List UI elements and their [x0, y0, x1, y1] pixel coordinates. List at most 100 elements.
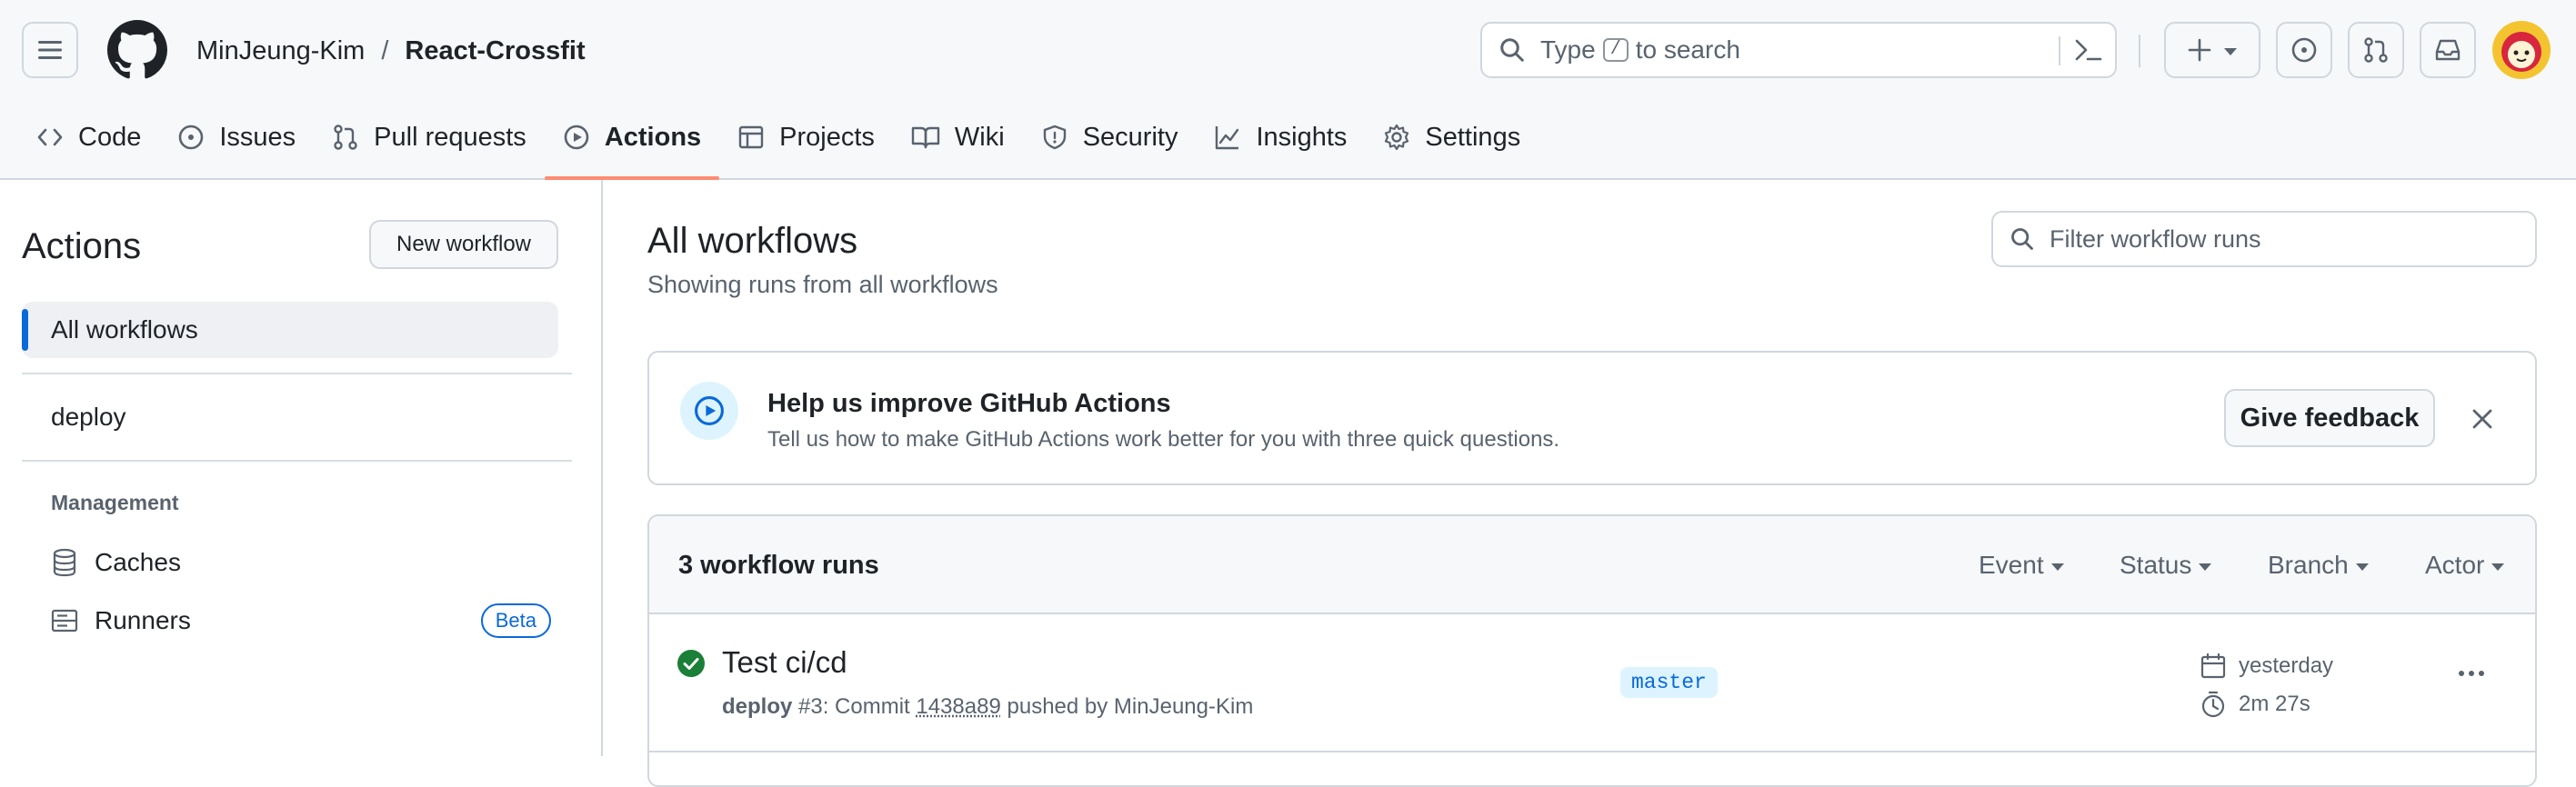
- tab-settings[interactable]: Settings: [1365, 107, 1539, 167]
- repo-owner-link[interactable]: MinJeung-Kim: [196, 29, 365, 73]
- close-icon[interactable]: [2471, 407, 2494, 431]
- page-subtitle: Showing runs from all workflows: [647, 271, 998, 298]
- tab-security[interactable]: Security: [1023, 107, 1197, 167]
- tab-insights[interactable]: Insights: [1196, 107, 1365, 167]
- command-palette-icon[interactable]: [2073, 36, 2104, 64]
- new-workflow-button[interactable]: New workflow: [369, 220, 558, 269]
- avatar[interactable]: [2491, 20, 2551, 80]
- pull-requests-button[interactable]: [2348, 22, 2404, 78]
- filter-workflow-runs-input[interactable]: Filter workflow runs: [1991, 211, 2537, 267]
- search-suffix: to search: [1635, 35, 1740, 64]
- breadcrumb: MinJeung-Kim / React-Crossfit: [196, 29, 586, 73]
- chevron-down-icon: [2199, 563, 2212, 571]
- row-divider: [649, 751, 2535, 752]
- tab-actions-label: Actions: [604, 122, 702, 152]
- database-icon: [53, 548, 76, 577]
- search-icon: [2011, 228, 2033, 250]
- repo-tab-bar: Code Issues Pull requests Actions Projec…: [18, 107, 1539, 180]
- run-workflow-name: deploy: [722, 694, 793, 719]
- sidebar-item-all-workflows[interactable]: All workflows: [22, 302, 558, 358]
- tab-projects-label: Projects: [779, 122, 875, 152]
- sidebar-divider: [22, 460, 572, 462]
- chevron-down-icon: [2491, 563, 2505, 571]
- give-feedback-button[interactable]: Give feedback: [2224, 389, 2435, 447]
- menu-icon: [38, 41, 62, 59]
- create-new-button[interactable]: [2164, 22, 2260, 78]
- search-icon: [1500, 38, 1524, 62]
- banner-description: Tell us how to make GitHub Actions work …: [767, 427, 1560, 452]
- issue-icon: [179, 125, 204, 150]
- sidebar-title: Actions: [22, 226, 142, 266]
- actor-filter-dropdown[interactable]: Actor: [2425, 551, 2505, 580]
- beta-badge: Beta: [480, 603, 551, 638]
- sidebar-divider: [22, 373, 572, 374]
- inbox-icon: [2435, 39, 2461, 61]
- branch-badge[interactable]: master: [1620, 667, 1718, 698]
- book-icon: [911, 126, 940, 149]
- tab-insights-label: Insights: [1256, 122, 1348, 152]
- run-title-link[interactable]: Test ci/cd: [722, 645, 847, 680]
- tab-code-label: Code: [78, 122, 142, 152]
- run-date: yesterday: [2200, 653, 2333, 680]
- gear-icon: [1385, 124, 1409, 151]
- tab-wiki-label: Wiki: [954, 122, 1005, 152]
- feedback-banner: Help us improve GitHub Actions Tell us h…: [647, 351, 2537, 485]
- graph-icon: [1216, 126, 1239, 150]
- calendar-icon: [2200, 653, 2226, 679]
- tab-issues[interactable]: Issues: [159, 107, 314, 167]
- issue-icon: [2291, 37, 2317, 63]
- app-header: MinJeung-Kim / React-Crossfit Type / to …: [0, 0, 2576, 180]
- tab-code[interactable]: Code: [18, 107, 159, 167]
- sidebar-item-deploy[interactable]: deploy: [22, 389, 558, 445]
- tab-actions[interactable]: Actions: [544, 107, 720, 180]
- run-duration-value: 2m 27s: [2239, 692, 2310, 716]
- chevron-down-icon: [2355, 563, 2369, 571]
- filter-label: Status: [2120, 551, 2192, 579]
- page-title: All workflows: [647, 221, 858, 261]
- tab-pull-requests[interactable]: Pull requests: [314, 107, 545, 167]
- event-filter-dropdown[interactable]: Event: [1979, 551, 2064, 580]
- sidebar-item-caches[interactable]: Caches: [51, 540, 551, 585]
- inbox-button[interactable]: [2420, 22, 2476, 78]
- tab-settings-label: Settings: [1425, 122, 1521, 152]
- status-filter-dropdown[interactable]: Status: [2120, 551, 2212, 580]
- run-duration: 2m 27s: [2200, 691, 2310, 718]
- server-icon: [51, 609, 78, 633]
- global-search-input[interactable]: Type / to search: [1480, 22, 2117, 78]
- stopwatch-icon: [2201, 691, 2225, 718]
- sidebar-item-label: Caches: [95, 548, 181, 576]
- sidebar-item-label: deploy: [51, 403, 126, 431]
- run-meta: deploy #3: Commit 1438a89 pushed by MinJ…: [722, 694, 1253, 720]
- tab-projects[interactable]: Projects: [719, 107, 893, 167]
- github-logo-icon[interactable]: [107, 20, 167, 80]
- workflow-runs-list: 3 workflow runs Event Status Branch Acto…: [647, 514, 2537, 787]
- filter-label: Branch: [2268, 551, 2349, 579]
- run-pushed-by: pushed by MinJeung-Kim: [1007, 694, 1254, 719]
- filter-label: Actor: [2425, 551, 2485, 579]
- sidebar-item-runners[interactable]: Runners Beta: [51, 598, 551, 643]
- table-icon: [738, 125, 764, 149]
- pull-request-icon: [2364, 37, 2388, 63]
- check-circle-icon: [677, 650, 705, 677]
- sidebar-item-label: All workflows: [51, 315, 198, 344]
- hamburger-menu-button[interactable]: [22, 22, 78, 78]
- kebab-menu-icon[interactable]: [2459, 671, 2484, 676]
- runs-count: 3 workflow runs: [678, 551, 879, 580]
- sidebar-item-label: Runners: [95, 606, 191, 634]
- run-number: #3: Commit: [798, 694, 910, 719]
- runs-header: 3 workflow runs Event Status Branch Acto…: [649, 516, 2535, 614]
- repo-name-link[interactable]: React-Crossfit: [405, 29, 585, 73]
- banner-heading: Help us improve GitHub Actions: [767, 389, 1171, 418]
- commit-sha-link[interactable]: 1438a89: [916, 694, 1000, 719]
- search-shortcut-key: /: [1602, 38, 1629, 62]
- issues-button[interactable]: [2276, 22, 2332, 78]
- search-prefix: Type: [1540, 35, 1596, 64]
- branch-filter-dropdown[interactable]: Branch: [2268, 551, 2369, 580]
- code-icon: [37, 128, 63, 146]
- filter-label: Event: [1979, 551, 2044, 579]
- breadcrumb-separator: /: [381, 36, 389, 65]
- tab-wiki[interactable]: Wiki: [893, 107, 1023, 167]
- chevron-down-icon: [2224, 48, 2237, 55]
- header-divider: [2139, 35, 2140, 67]
- play-icon: [680, 382, 738, 440]
